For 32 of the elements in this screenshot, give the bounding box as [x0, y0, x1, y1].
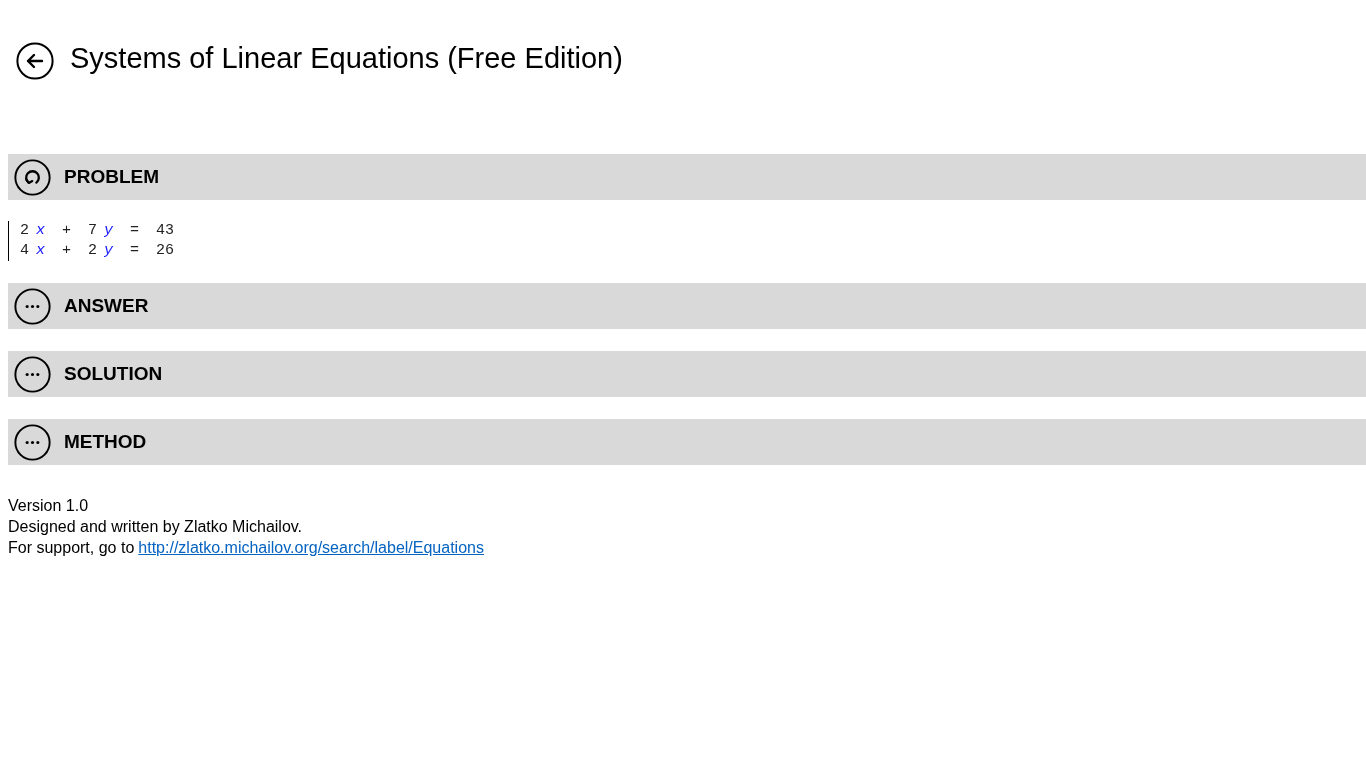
section-title: PROBLEM — [64, 165, 159, 189]
variable-text: y — [104, 241, 114, 261]
credit-text: Designed and written by Zlatko Michailov. — [8, 517, 303, 537]
more-button[interactable] — [14, 287, 51, 325]
refresh-icon — [14, 158, 51, 196]
version-text: Version 1.0 — [8, 496, 89, 516]
operator-text: = — [129, 221, 141, 241]
more-button[interactable] — [14, 423, 51, 461]
ellipsis-icon — [14, 355, 51, 393]
section-title: SOLUTION — [64, 362, 163, 386]
operator-text: = — [129, 241, 141, 261]
number-text: 2 — [88, 241, 98, 261]
page-title: Systems of Linear Equations (Free Edition) — [70, 40, 623, 76]
section-title: ANSWER — [64, 294, 149, 318]
number-text: 7 — [88, 221, 98, 241]
back-button[interactable] — [16, 42, 54, 80]
operator-text: + — [61, 221, 73, 241]
more-button[interactable] — [14, 355, 51, 393]
number-text: 2 — [20, 221, 29, 241]
ellipsis-icon — [14, 287, 51, 325]
section-title: METHOD — [64, 430, 147, 454]
support-link[interactable]: http://zlatko.michailov.org/search/label/Equations — [138, 539, 484, 556]
number-text: 26 — [156, 241, 175, 261]
variable-text: x — [36, 221, 46, 241]
operator-text: + — [61, 241, 73, 261]
variable-text: y — [104, 221, 114, 241]
number-text: 43 — [156, 221, 175, 241]
number-text: 4 — [20, 241, 29, 261]
refresh-button[interactable] — [14, 158, 51, 196]
ellipsis-icon — [14, 423, 51, 461]
support-text: For support, go to http://zlatko.michailov.org/search/label/Equations — [8, 538, 484, 558]
variable-text: x — [36, 241, 46, 261]
